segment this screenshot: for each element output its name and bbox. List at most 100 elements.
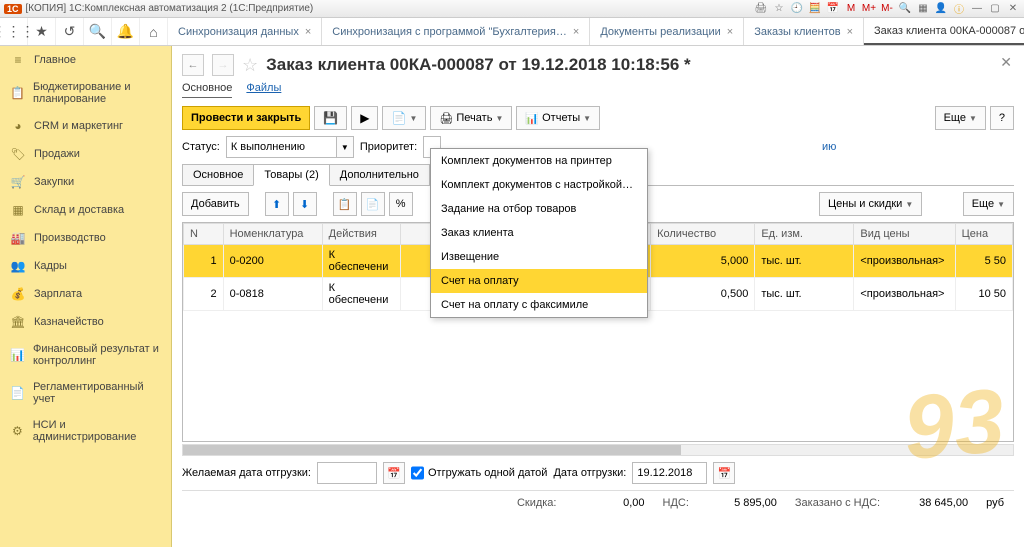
tab-4[interactable]: Заказ клиента 00КА-000087 от 19.12.2018 …	[864, 18, 1024, 45]
close-icon[interactable]: ×	[727, 26, 733, 38]
col-qty[interactable]: Количество	[651, 224, 755, 245]
sidebar-item-regulated[interactable]: 📄Регламентированный учет	[0, 374, 171, 412]
sidebar-item-main[interactable]: ≡Главное	[0, 46, 171, 74]
print-icon[interactable]: 🖨	[754, 2, 768, 16]
col-pt[interactable]: Вид цены	[854, 224, 955, 245]
menu-item[interactable]: Счет на оплату с факсимиле	[431, 293, 647, 317]
minimize-icon[interactable]: —	[970, 2, 984, 16]
single-date-checkbox[interactable]: Отгружать одной датой	[411, 462, 547, 484]
menu-item[interactable]: Задание на отбор товаров	[431, 197, 647, 221]
more-button[interactable]: Еще▼	[935, 106, 986, 130]
menu-item-invoice[interactable]: Счет на оплату	[431, 269, 647, 293]
sidebar-item-salary[interactable]: 💰Зарплата	[0, 280, 171, 308]
apps-icon[interactable]: ⋮⋮⋮	[0, 18, 28, 45]
save-button[interactable]: 💾	[314, 106, 347, 130]
status-input[interactable]	[226, 136, 336, 158]
tab-3[interactable]: Заказы клиентов×	[744, 18, 864, 45]
prices-button[interactable]: Цены и скидки▼	[819, 192, 922, 216]
col-unit[interactable]: Ед. изм.	[755, 224, 854, 245]
truncated-link[interactable]: ию	[822, 141, 836, 153]
menu-item[interactable]: Заказ клиента	[431, 221, 647, 245]
sidebar-item-nsi[interactable]: ⚙НСИ и администрирование	[0, 412, 171, 450]
home-icon[interactable]: ⌂	[140, 18, 168, 45]
m-icon[interactable]: M	[844, 2, 858, 16]
create-based-button[interactable]: 📄▼	[382, 106, 426, 130]
table-more-button[interactable]: Еще▼	[963, 192, 1014, 216]
zoom-icon[interactable]: 🔍	[898, 2, 912, 16]
table-icon[interactable]: ▦	[916, 2, 930, 16]
move-up-button[interactable]: ⬆	[265, 192, 289, 216]
ordered-value: 38 645,00	[898, 497, 968, 509]
action-bar: Провести и закрыть 💾 ▶ 📄▼ 🖨 Печать▼ 📊 От…	[182, 106, 1014, 130]
priority-label: Приоритет:	[360, 141, 417, 153]
subtab-main[interactable]: Основное	[182, 82, 232, 98]
m-plus-icon[interactable]: M+	[862, 2, 876, 16]
doc-icon: 📄	[10, 386, 25, 400]
col-n[interactable]: N	[184, 224, 224, 245]
main-toolbar: ⋮⋮⋮ ★ ↺ 🔍 🔔 ⌂ Синхронизация данных× Синх…	[0, 18, 1024, 46]
inner-tab-goods[interactable]: Товары (2)	[253, 164, 329, 186]
back-button[interactable]: ←	[182, 54, 204, 76]
sidebar-item-crm[interactable]: ◕CRM и маркетинг	[0, 112, 171, 140]
sidebar-item-sales[interactable]: 🏷Продажи	[0, 140, 171, 168]
close-icon[interactable]: ×	[573, 26, 579, 38]
favorite-star-icon[interactable]: ☆	[242, 55, 258, 76]
horizontal-scrollbar[interactable]	[182, 444, 1014, 456]
fav-icon[interactable]: ☆	[772, 2, 786, 16]
sidebar-item-treasury[interactable]: 🏛Казначейство	[0, 308, 171, 336]
close-icon[interactable]: ✕	[1006, 2, 1020, 16]
sidebar-item-budget[interactable]: 📋Бюджетирование и планирование	[0, 74, 171, 112]
col-act[interactable]: Действия	[322, 224, 400, 245]
inner-tab-main[interactable]: Основное	[182, 164, 254, 185]
star-icon[interactable]: ★	[28, 18, 56, 45]
post-and-close-button[interactable]: Провести и закрыть	[182, 106, 310, 130]
post-button[interactable]: ▶	[351, 106, 378, 130]
wish-date-input[interactable]	[317, 462, 377, 484]
tab-2[interactable]: Документы реализации×	[590, 18, 744, 45]
calc-icon[interactable]: 🧮	[808, 2, 822, 16]
tab-0[interactable]: Синхронизация данных×	[168, 18, 322, 45]
close-page-icon[interactable]: ✕	[1000, 54, 1012, 71]
post-icon: ▶	[360, 111, 369, 125]
sidebar-item-finance[interactable]: 📊Финансовый результат и контроллинг	[0, 336, 171, 374]
date-picker-icon[interactable]: 📅	[383, 462, 405, 484]
copy-button[interactable]: 📋	[333, 192, 357, 216]
menu-item[interactable]: Комплект документов с настройкой…	[431, 173, 647, 197]
money-icon: 💰	[10, 287, 26, 301]
menu-item[interactable]: Извещение	[431, 245, 647, 269]
col-price[interactable]: Цена	[955, 224, 1012, 245]
user-icon[interactable]: 👤	[934, 2, 948, 16]
close-icon[interactable]: ×	[847, 26, 853, 38]
calendar-icon[interactable]: 📅	[826, 2, 840, 16]
maximize-icon[interactable]: ▢	[988, 2, 1002, 16]
print-button[interactable]: 🖨 Печать▼	[430, 106, 512, 130]
ship-date-input[interactable]	[632, 462, 707, 484]
sidebar-item-purchases[interactable]: 🛒Закупки	[0, 168, 171, 196]
add-button[interactable]: Добавить	[182, 192, 249, 216]
gear-icon: ⚙	[10, 424, 25, 438]
help-button[interactable]: ?	[990, 106, 1014, 130]
inner-tab-additional[interactable]: Дополнительно	[329, 164, 430, 185]
info-icon[interactable]: ⓘ	[952, 2, 966, 16]
percent-button[interactable]: %	[389, 192, 413, 216]
status-dropdown-icon[interactable]: ▼	[336, 136, 354, 158]
clock-icon[interactable]: 🕘	[790, 2, 804, 16]
reports-button[interactable]: 📊 Отчеты▼	[516, 106, 600, 130]
move-down-button[interactable]: ⬇	[293, 192, 317, 216]
close-icon[interactable]: ×	[305, 26, 311, 38]
m-minus-icon[interactable]: M-	[880, 2, 894, 16]
paste-button[interactable]: 📄	[361, 192, 385, 216]
sidebar-item-hr[interactable]: 👥Кадры	[0, 252, 171, 280]
ship-date-picker-icon[interactable]: 📅	[713, 462, 735, 484]
forward-button[interactable]: →	[212, 54, 234, 76]
tab-1[interactable]: Синхронизация с программой "Бухгалтерия……	[322, 18, 590, 45]
sidebar-item-production[interactable]: 🏭Производство	[0, 224, 171, 252]
search-icon[interactable]: 🔍	[84, 18, 112, 45]
sidebar-item-warehouse[interactable]: ▦Склад и доставка	[0, 196, 171, 224]
history-icon[interactable]: ↺	[56, 18, 84, 45]
menu-item[interactable]: Комплект документов на принтер	[431, 149, 647, 173]
subtab-files[interactable]: Файлы	[246, 82, 281, 98]
bell-icon[interactable]: 🔔	[112, 18, 140, 45]
discount-label: Скидка:	[517, 497, 557, 509]
col-nom[interactable]: Номенклатура	[223, 224, 322, 245]
